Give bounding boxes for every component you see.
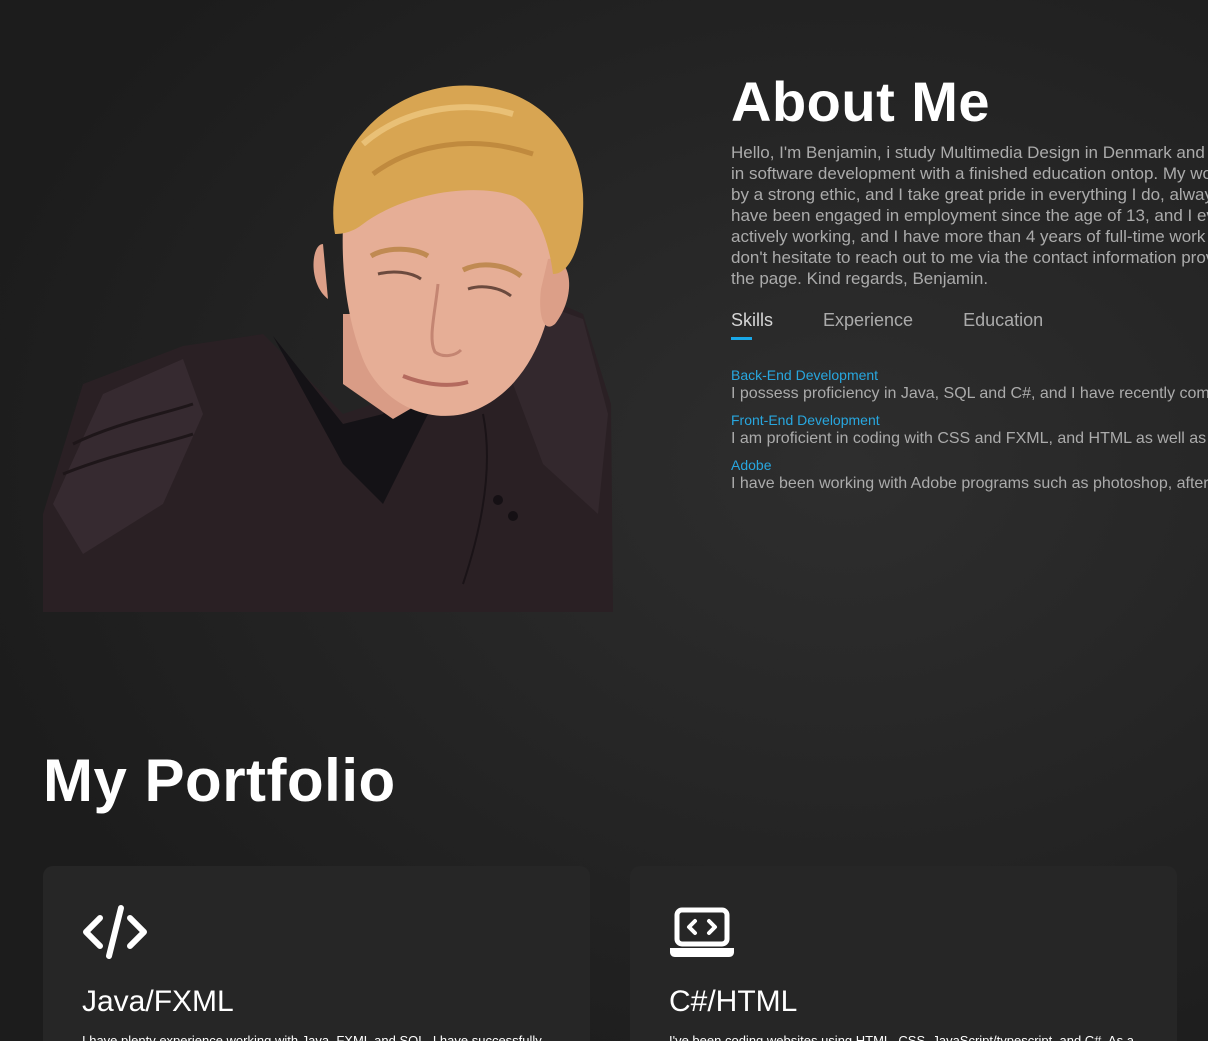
code-icon — [82, 904, 148, 960]
skill-title: Back-End Development — [731, 367, 879, 383]
skill-description: I am proficient in coding with CSS and F… — [731, 430, 1208, 447]
card-title: Java/FXML — [82, 985, 234, 1018]
tab-skills[interactable]: Skills — [731, 309, 773, 340]
list-item: Adobe I have been working with Adobe pro… — [731, 457, 1208, 494]
skill-title: Adobe — [731, 457, 772, 473]
list-item: Front-End Development I am proficient in… — [731, 412, 1208, 449]
list-item: Back-End Development I possess proficien… — [731, 367, 1208, 404]
portfolio-title: My Portfolio — [43, 747, 396, 814]
about-tabs: Skills Experience Education — [731, 309, 1208, 340]
tab-experience[interactable]: Experience — [823, 309, 913, 339]
about-section: About Me Hello, I'm Benjamin, i study Mu… — [731, 70, 1208, 502]
about-title: About Me — [731, 70, 991, 133]
skill-title: Front-End Development — [731, 412, 880, 428]
card-title: C#/HTML — [669, 985, 798, 1018]
portfolio-card-csharp[interactable]: C#/HTML I've been coding websites using … — [630, 866, 1177, 1041]
laptop-code-icon — [669, 904, 735, 960]
tab-education[interactable]: Education — [963, 309, 1043, 339]
profile-photo — [43, 84, 613, 612]
card-description: I've been coding websites using HTML, CS… — [669, 1033, 1134, 1041]
skills-list: Back-End Development I possess proficien… — [731, 367, 1208, 494]
portfolio-card-java[interactable]: Java/FXML I have plenty experience worki… — [43, 866, 590, 1041]
about-paragraph: Hello, I'm Benjamin, i study Multimedia … — [731, 143, 1208, 288]
skill-description: I have been working with Adobe programs … — [731, 475, 1208, 492]
card-description: I have plenty experience working with Ja… — [82, 1033, 542, 1041]
skill-description: I possess proficiency in Java, SQL and C… — [731, 385, 1208, 402]
